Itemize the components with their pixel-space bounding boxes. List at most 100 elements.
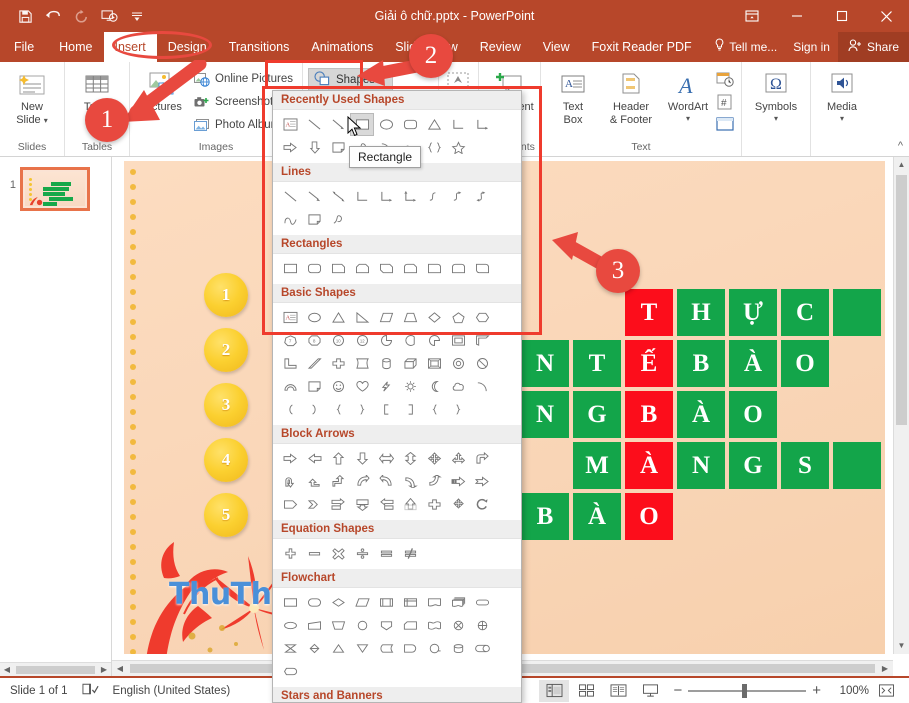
shape-octagon[interactable]: 8	[302, 329, 326, 352]
shape-snip-single-corner-rectangle[interactable]	[326, 257, 350, 280]
shape-right-arrow-callout[interactable]	[326, 493, 350, 516]
object-icon[interactable]	[714, 115, 736, 133]
pictures-button[interactable]: Pictures	[135, 66, 189, 117]
shape-flowchart-delay[interactable]	[398, 637, 422, 660]
shape-double-brace[interactable]	[422, 136, 446, 159]
shape-bevel[interactable]	[422, 352, 446, 375]
shape-u-turn-arrow[interactable]	[278, 470, 302, 493]
previous-next-slide-buttons[interactable]	[894, 604, 909, 638]
shape-left-arrow[interactable]	[302, 447, 326, 470]
shape-flowchart-card[interactable]	[398, 614, 422, 637]
shape-line-arrow[interactable]	[302, 185, 326, 208]
shape-left-right-up-arrow[interactable]	[446, 447, 470, 470]
slide-number-icon[interactable]: #	[714, 92, 736, 112]
shape-flowchart-sequential-access-storage[interactable]	[422, 637, 446, 660]
shape-hexagon[interactable]	[470, 306, 494, 329]
symbols-button[interactable]: Ω Symbols ▾	[747, 66, 805, 126]
shape-rounded-rectangle[interactable]	[302, 257, 326, 280]
shape-snip-and-round-corner-rectangle[interactable]	[398, 257, 422, 280]
shape-down-arrow[interactable]	[302, 136, 326, 159]
crossword-cell[interactable]: À	[625, 442, 673, 489]
slide-sorter-view-button[interactable]	[571, 680, 601, 702]
shape-scribble[interactable]	[326, 208, 350, 231]
shape-cloud[interactable]	[446, 375, 470, 398]
shape-elbow-arrow-connector[interactable]	[470, 113, 494, 136]
shape-right-bracket[interactable]	[302, 398, 326, 421]
shape-line[interactable]	[302, 113, 326, 136]
scroll-right-icon[interactable]: ▶	[97, 665, 111, 674]
crossword-cell[interactable]: S	[781, 442, 829, 489]
shape-cube[interactable]	[398, 352, 422, 375]
shape-up-arrow[interactable]	[326, 447, 350, 470]
shape-line-double-arrow[interactable]	[326, 185, 350, 208]
tab-insert[interactable]: Insert	[103, 32, 157, 62]
shape-curve[interactable]	[278, 208, 302, 231]
shape-rounded-rectangle[interactable]	[398, 113, 422, 136]
shape-flowchart-terminator[interactable]	[470, 591, 494, 614]
shape-l-shape[interactable]	[278, 352, 302, 375]
shape-donut[interactable]	[446, 352, 470, 375]
crossword-cell[interactable]: Ự	[729, 289, 777, 336]
shape-flowchart-preparation[interactable]	[278, 614, 302, 637]
shape-left-up-arrow[interactable]	[302, 470, 326, 493]
collapse-ribbon-button[interactable]: ^	[898, 140, 903, 152]
shape-flowchart-stored-data[interactable]	[374, 637, 398, 660]
shape-left-square-bracket[interactable]	[374, 398, 398, 421]
shape-snip-same-side-corner-rectangle[interactable]	[350, 257, 374, 280]
shape-flowchart-manual-operation[interactable]	[326, 614, 350, 637]
shape-parallelogram[interactable]	[374, 306, 398, 329]
customize-qat-icon[interactable]	[124, 4, 150, 28]
shape-moon[interactable]	[422, 375, 446, 398]
scroll-right-icon[interactable]: ▶	[877, 664, 893, 673]
shape-right-brace[interactable]	[350, 398, 374, 421]
shape-isosceles-triangle[interactable]	[422, 113, 446, 136]
scroll-left-icon[interactable]: ◀	[0, 665, 14, 674]
number-circle-1[interactable]: 1	[204, 273, 248, 317]
shape-arc[interactable]	[470, 375, 494, 398]
shape-lightning-bolt[interactable]	[374, 375, 398, 398]
crossword-cell[interactable]: B	[625, 391, 673, 438]
crossword-cell[interactable]: M	[573, 442, 621, 489]
scroll-left-icon[interactable]: ◀	[112, 664, 128, 673]
shape-half-frame[interactable]	[470, 329, 494, 352]
shape-pentagon-arrow[interactable]	[278, 493, 302, 516]
shape-flowchart-data[interactable]	[350, 591, 374, 614]
shape-flowchart-predefined-process[interactable]	[374, 591, 398, 614]
shape-sun[interactable]	[398, 375, 422, 398]
shape-folded-corner[interactable]	[302, 375, 326, 398]
shape-flowchart-alternate-process[interactable]	[302, 591, 326, 614]
close-icon[interactable]	[864, 0, 909, 32]
header-footer-button[interactable]: Header & Footer	[600, 66, 662, 129]
crossword-cell[interactable]	[833, 289, 881, 336]
slide-show-view-button[interactable]	[635, 680, 665, 702]
minimize-icon[interactable]	[774, 0, 819, 32]
number-circle-3[interactable]: 3	[204, 383, 248, 427]
shape-flowchart-internal-storage[interactable]	[398, 591, 422, 614]
shape-oval[interactable]	[374, 113, 398, 136]
crossword-cell[interactable]: N	[521, 391, 569, 438]
crossword-cell[interactable]: À	[573, 493, 621, 540]
shape-round-diagonal-corner-rectangle[interactable]	[470, 257, 494, 280]
shape-connector-elbow[interactable]	[350, 185, 374, 208]
crossword-cell[interactable]: G	[729, 442, 777, 489]
shape-flowchart-punched-tape[interactable]	[422, 614, 446, 637]
shape-flowchart-extract[interactable]	[326, 637, 350, 660]
wordart-button[interactable]: A WordArt ▾	[662, 66, 714, 126]
crossword-cell[interactable]: À	[677, 391, 725, 438]
shape-notched-right-arrow[interactable]	[470, 470, 494, 493]
shape-right-arrow[interactable]	[278, 136, 302, 159]
text-box-button[interactable]: A Text Box	[546, 66, 600, 129]
shape-flowchart-magnetic-disk[interactable]	[446, 637, 470, 660]
crossword-cell[interactable]: À	[729, 340, 777, 387]
normal-view-button[interactable]	[539, 679, 570, 702]
shape-flowchart-merge[interactable]	[350, 637, 374, 660]
number-circle-4[interactable]: 4	[204, 438, 248, 482]
crossword-cell[interactable]: T	[625, 289, 673, 336]
shape-cross[interactable]	[326, 352, 350, 375]
shape-dodecagon[interactable]: 12	[350, 329, 374, 352]
shape-right-triangle[interactable]	[350, 306, 374, 329]
crossword-cell[interactable]: B	[521, 493, 569, 540]
shape-flowchart-collate[interactable]	[278, 637, 302, 660]
shape-flowchart-document[interactable]	[422, 591, 446, 614]
shape-left-curly-brace[interactable]	[422, 398, 446, 421]
